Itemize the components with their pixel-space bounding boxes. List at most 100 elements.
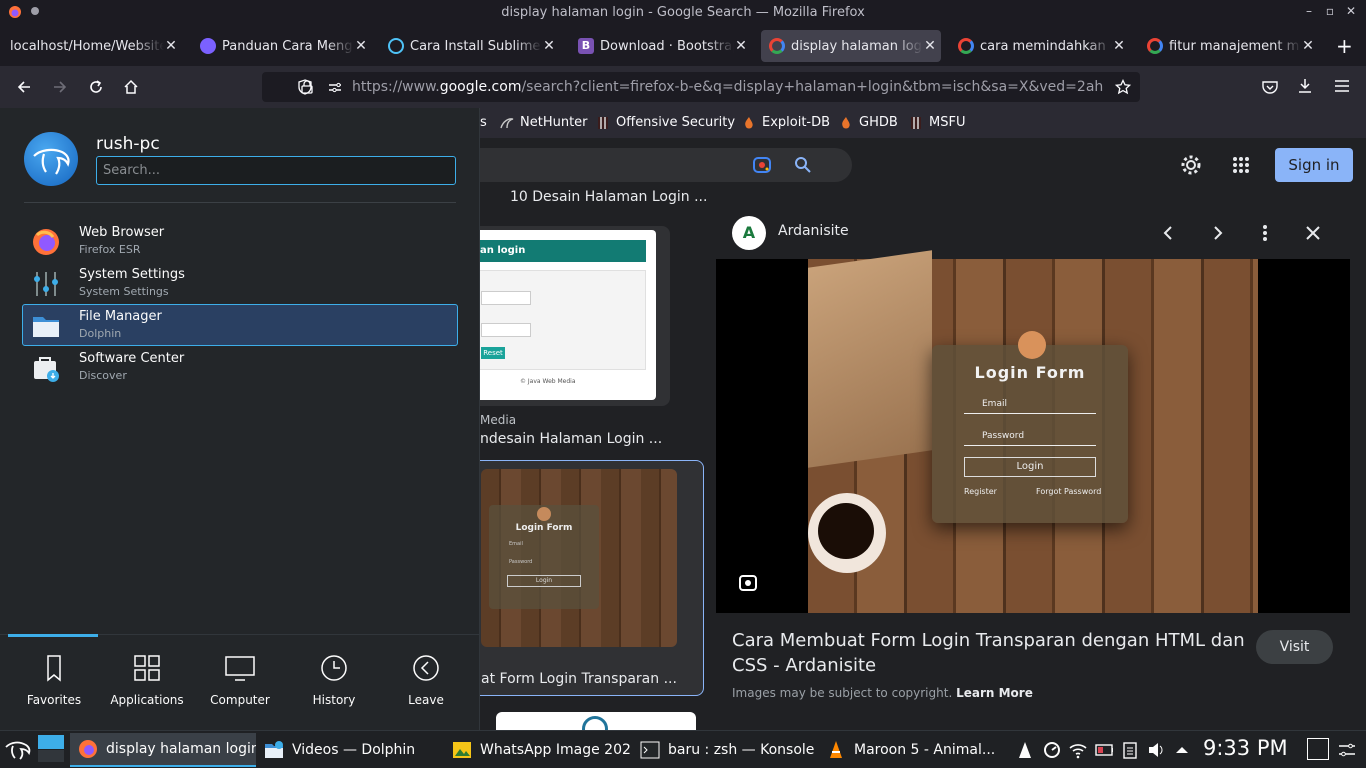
tab-history[interactable]: History (294, 649, 374, 719)
pocket-icon[interactable] (1262, 80, 1278, 94)
preview-image-frame[interactable]: Login Form Email Password Login Register… (716, 250, 1350, 613)
close-tab-icon[interactable]: ✕ (542, 38, 556, 54)
volume-icon[interactable] (1147, 741, 1165, 759)
firefox-icon (33, 229, 59, 255)
close-tab-icon[interactable]: ✕ (164, 38, 178, 54)
tab-computer[interactable]: Computer (200, 649, 280, 719)
site-icon (388, 38, 404, 54)
lens-search-icon[interactable] (738, 573, 758, 593)
launcher-item-name: Software Center (79, 351, 185, 366)
learn-more-link[interactable]: Learn More (956, 686, 1033, 700)
menu-icon[interactable] (1334, 79, 1350, 93)
download-icon[interactable] (1297, 78, 1313, 94)
result-caption[interactable]: 10 Desain Halaman Login ... (510, 189, 707, 205)
launcher-item-software-center[interactable]: Software Center Discover (22, 346, 458, 388)
close-icon[interactable] (1304, 224, 1322, 242)
login-button-image: Login (964, 457, 1096, 477)
close-tab-icon[interactable]: ✕ (354, 38, 368, 54)
preview-title[interactable]: Cara Membuat Form Login Transparan denga… (732, 628, 1252, 678)
user-avatar[interactable] (24, 132, 78, 186)
bookmark-item[interactable]: s (480, 115, 487, 130)
tab-fitur-manajement[interactable]: fitur manajement media✕ (1139, 30, 1319, 62)
bootstrap-icon: B (578, 38, 594, 54)
close-tab-icon[interactable]: ✕ (734, 38, 748, 54)
bookmark-label: NetHunter (520, 115, 588, 130)
chevron-left-icon[interactable] (1160, 224, 1178, 242)
bookmark-ghdb[interactable]: GHDB (839, 115, 898, 130)
minimize-button[interactable]: – (1302, 4, 1316, 18)
task-image-viewer[interactable]: WhatsApp Image 2023... (444, 733, 630, 767)
settings-gear-icon[interactable] (1180, 154, 1202, 176)
pager-desktop-1[interactable] (38, 735, 64, 763)
tab-localhost[interactable]: localhost/Home/Website ✕ (2, 30, 182, 62)
clipboard-icon[interactable] (1121, 741, 1139, 759)
result-thumbnail-wordpress[interactable] (496, 712, 696, 730)
bookmark-exploit-db[interactable]: Exploit-DB (742, 115, 830, 130)
tab-sublime[interactable]: Cara Install Sublime Text✕ (380, 30, 560, 62)
task-dolphin[interactable]: Videos — Dolphin (256, 733, 440, 767)
system-monitor-icon[interactable] (1043, 741, 1061, 759)
launcher-item-system-settings[interactable]: System Settings System Settings (22, 262, 458, 304)
close-tab-icon[interactable]: ✕ (1301, 38, 1315, 54)
close-window-button[interactable]: ✕ (1344, 4, 1358, 18)
launcher-item-file-manager[interactable]: File Manager Dolphin (22, 304, 458, 346)
sign-in-button[interactable]: Sign in (1275, 148, 1353, 182)
tab-favorites[interactable]: Favorites (14, 649, 94, 719)
bookmarks-toolbar: s NetHunter Offensive Security Exploit-D… (480, 108, 1366, 138)
lock-icon[interactable] (300, 80, 314, 94)
chevron-up-icon[interactable] (1173, 741, 1191, 759)
bookmark-star-icon[interactable] (1115, 79, 1131, 95)
task-vlc[interactable]: Maroon 5 - Animal... (818, 733, 1002, 767)
google-lens-icon[interactable] (752, 156, 772, 174)
search-icon[interactable] (794, 156, 812, 174)
thumb-reset-button: Reset (481, 347, 505, 359)
vlc-tray-icon[interactable] (1016, 741, 1034, 759)
result-thumbnail-login-form-selected[interactable]: Login Form Email Password Login at Form … (480, 460, 704, 696)
panel-settings-icon[interactable] (1338, 742, 1356, 758)
battery-icon[interactable] (1095, 741, 1113, 759)
google-icon (769, 38, 785, 54)
close-tab-icon[interactable]: ✕ (923, 38, 937, 54)
tab-cara-memindahkan[interactable]: cara memindahkan data✕ (950, 30, 1130, 62)
show-desktop-icon[interactable] (1307, 738, 1329, 760)
close-tab-icon[interactable]: ✕ (1112, 38, 1126, 54)
tab-applications[interactable]: Applications (107, 649, 187, 719)
reload-button[interactable] (83, 74, 109, 100)
back-button[interactable] (11, 74, 37, 100)
task-konsole[interactable]: baru : zsh — Konsole (632, 733, 816, 767)
tab-panduan[interactable]: Panduan Cara Mengatur✕ (192, 30, 372, 62)
bookmark-msfu[interactable]: MSFU (909, 115, 965, 130)
thumb-footer: © Java Web Media (520, 378, 576, 385)
tab-bootstrap[interactable]: B Download · Bootstrap ✕ (570, 30, 752, 62)
kali-menu-icon[interactable] (4, 737, 32, 761)
visit-button[interactable]: Visit (1256, 630, 1333, 664)
url-bar[interactable]: https://www.google.com/search?client=fir… (262, 72, 1140, 102)
bookmark-offensive-security[interactable]: Offensive Security (596, 115, 735, 130)
new-tab-icon[interactable]: + (1336, 34, 1353, 58)
permissions-icon[interactable] (328, 80, 342, 94)
result-caption[interactable]: at Form Login Transparan ... (481, 671, 677, 687)
google-search-box[interactable] (480, 148, 852, 182)
result-caption[interactable]: ndesain Halaman Login ... (480, 431, 662, 447)
tab-display-halaman-login[interactable]: display halaman login ✕ (761, 30, 941, 62)
forward-button[interactable] (47, 74, 73, 100)
source-name[interactable]: Ardanisite (778, 223, 849, 239)
maximize-button[interactable]: ▫ (1323, 4, 1337, 18)
clock[interactable]: 9:33 PM (1203, 736, 1288, 760)
wifi-icon[interactable] (1069, 741, 1087, 759)
thumb-input (481, 323, 531, 337)
url-text[interactable]: https://www.google.com/search?client=fir… (352, 79, 1104, 95)
launcher-item-web-browser[interactable]: Web Browser Firefox ESR (22, 220, 458, 262)
result-thumbnail-login[interactable]: an login Reset © Java Web Media (480, 226, 670, 406)
task-firefox[interactable]: display halaman login ... (70, 733, 256, 767)
coffee-cup-icon (808, 493, 886, 573)
apps-grid-icon[interactable] (1232, 156, 1250, 174)
home-button[interactable] (118, 74, 144, 100)
tab-leave[interactable]: Leave (386, 649, 466, 719)
launcher-search-input[interactable] (96, 156, 456, 185)
wordpress-icon (582, 716, 608, 730)
more-options-icon[interactable] (1256, 224, 1274, 242)
chevron-right-icon[interactable] (1208, 224, 1226, 242)
tab-label: Panduan Cara Mengatur (222, 38, 354, 54)
bookmark-nethunter[interactable]: NetHunter (500, 115, 588, 130)
